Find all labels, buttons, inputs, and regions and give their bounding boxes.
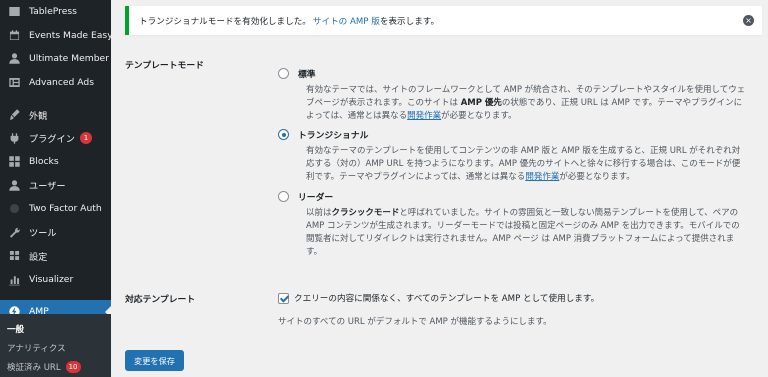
submenu-item-general[interactable]: 一般 <box>0 319 111 338</box>
sidebar-item-users[interactable]: ユーザー <box>0 174 111 198</box>
notice-suffix: を表示します。 <box>379 16 440 27</box>
shield-icon <box>7 202 21 216</box>
mode-option-reader[interactable]: リーダー <box>278 190 333 203</box>
sidebar-item-tablepress[interactable]: TablePress <box>0 0 111 24</box>
supported-templates-hint: サイトのすべての URL がデフォルトで AMP が機能するようにします。 <box>278 317 552 327</box>
reader-description: 以前はクラシックモードと呼ばれていました。サイトの雰囲気と一致しない簡易テンプレ… <box>306 208 740 257</box>
all-templates-checkbox[interactable] <box>278 292 289 304</box>
sidebar-item-label: ツール <box>29 228 57 240</box>
standard-radio[interactable] <box>278 68 289 79</box>
transitional-description: 有効なテーマのテンプレートを使用してコンテンツの非 AMP 版と AMP 版を生… <box>306 146 741 182</box>
all-templates-checkbox-row[interactable]: クエリーの内容に関係なく、すべてのテンプレートを AMP として使用します。 <box>278 292 599 304</box>
notice-text: トランジショナルモードを有効化しました。 <box>139 16 311 27</box>
settings-icon <box>7 249 21 263</box>
standard-description: 有効なテーマでは、サイトのフレームワークとして AMP が統合され、そのテンプレ… <box>306 85 746 121</box>
sidebar-item-label: 設定 <box>29 251 48 263</box>
sidebar-item-events-made-easy[interactable]: Events Made Easy <box>0 24 113 48</box>
calendar-icon <box>7 28 21 42</box>
option-title: リーダー <box>298 193 334 203</box>
main-content: トランジショナルモードを有効化しました。 サイトの AMP 版 を表示します。 … <box>111 0 768 377</box>
sidebar-item-label: Visualizer <box>29 273 74 285</box>
option-title: トランジショナル <box>298 131 369 141</box>
sidebar-item-plugins[interactable]: プラグイン 1 <box>0 127 111 151</box>
sidebar-item-label: Ultimate Member <box>29 53 109 65</box>
menu-separator <box>0 291 111 300</box>
ads-icon <box>7 75 21 89</box>
table-icon <box>7 5 21 19</box>
validated-url-count-badge: 10 <box>65 360 81 373</box>
sidebar-item-label: 外観 <box>29 110 48 122</box>
user-icon <box>7 52 21 66</box>
sidebar-item-settings[interactable]: 設定 <box>0 244 111 268</box>
sidebar-item-visualizer[interactable]: Visualizer <box>0 268 111 292</box>
success-notice: トランジショナルモードを有効化しました。 サイトの AMP 版 を表示します。 … <box>125 6 762 35</box>
sidebar-item-label: Advanced Ads <box>29 76 95 88</box>
sidebar-item-appearance[interactable]: 外観 <box>0 103 111 127</box>
brush-icon <box>7 108 21 122</box>
save-changes-button[interactable]: 変更を保存 <box>125 350 184 371</box>
sidebar-item-label: Events Made Easy <box>29 29 113 41</box>
option-title: 標準 <box>298 70 316 80</box>
mode-option-transitional[interactable]: トランジショナル <box>278 128 368 141</box>
update-count-badge: 1 <box>79 132 92 145</box>
sidebar-item-label: TablePress <box>29 6 77 18</box>
supported-templates-label: 対応テンプレート <box>125 295 196 305</box>
wrench-icon <box>7 225 21 239</box>
user-icon <box>7 178 21 192</box>
transitional-radio[interactable] <box>278 129 289 140</box>
dismiss-icon[interactable]: × <box>743 15 754 26</box>
template-mode-label: テンプレートモード <box>125 61 204 71</box>
submenu-item-validated-urls[interactable]: 検証済み URL 10 <box>0 357 111 376</box>
plugin-icon <box>7 131 21 145</box>
amp-version-link[interactable]: サイトの AMP 版 <box>313 15 380 27</box>
amp-first-text: AMP 優先 <box>460 98 502 108</box>
sidebar-item-tools[interactable]: ツール <box>0 221 111 245</box>
sidebar-item-blocks[interactable]: Blocks <box>0 150 111 174</box>
sidebar-item-label: ユーザー <box>29 181 66 193</box>
reader-radio[interactable] <box>278 191 289 202</box>
mode-option-standard[interactable]: 標準 <box>278 67 316 80</box>
sidebar-item-two-factor-auth[interactable]: Two Factor Auth <box>0 197 111 221</box>
classic-mode-text: クラシックモード <box>331 208 400 218</box>
dev-work-link[interactable]: 開発作業 <box>407 111 441 121</box>
sidebar-item-label: Blocks <box>29 156 59 168</box>
chart-icon <box>7 272 21 286</box>
amp-submenu: 一般 アナリティクス 検証済み URL 10 <box>0 314 111 377</box>
menu-separator <box>0 94 111 103</box>
sidebar-item-label: Two Factor Auth <box>29 203 102 215</box>
sidebar-item-advanced-ads[interactable]: Advanced Ads <box>0 71 111 95</box>
checkbox-label: クエリーの内容に関係なく、すべてのテンプレートを AMP として使用します。 <box>294 294 600 304</box>
admin-sidebar: TablePress Events Made Easy Ultimate Mem… <box>0 0 113 377</box>
sidebar-item-ultimate-member[interactable]: Ultimate Member <box>0 47 111 71</box>
submenu-item-analytics[interactable]: アナリティクス <box>0 338 111 357</box>
sidebar-item-label: プラグイン <box>29 134 75 146</box>
dev-work-link[interactable]: 開発作業 <box>525 172 559 182</box>
grid-icon <box>7 155 21 169</box>
